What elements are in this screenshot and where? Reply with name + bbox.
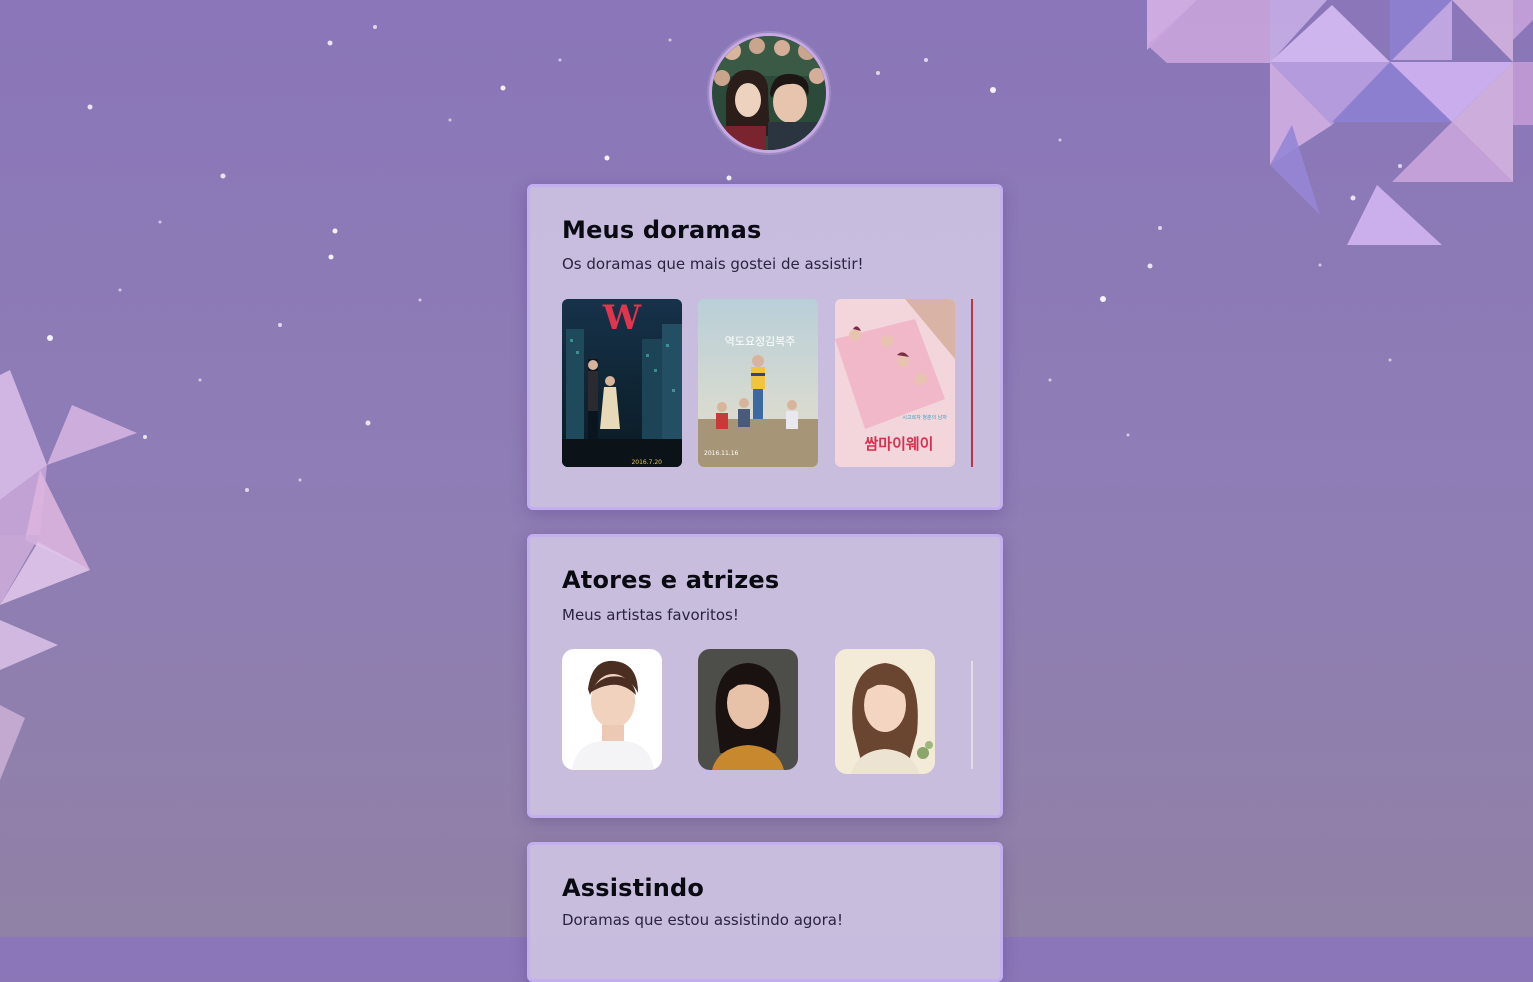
- portrait-image: [698, 649, 798, 770]
- actress-photo-kim-se-jeong[interactable]: [835, 649, 935, 774]
- portrait-image: [835, 649, 935, 774]
- actress-photo-han-hyo-joo[interactable]: [698, 649, 798, 770]
- section-card-assistindo: Assistindo Doramas que estou assistindo …: [527, 842, 1003, 982]
- profile-photo: [712, 36, 826, 150]
- drama-poster-w[interactable]: W 2016.7.20: [562, 299, 682, 467]
- poster-date: 2016.7.20: [631, 459, 662, 466]
- poster-image: 역도요정김복주 2016.11.16: [698, 299, 818, 467]
- section-title: Assistindo: [562, 874, 705, 902]
- section-title: Atores e atrizes: [562, 566, 780, 594]
- poster-image: 쌈마이웨이 시고르자 청춘의 남자: [835, 299, 955, 467]
- section-title: Meus doramas: [562, 216, 762, 244]
- poster-tagline: 시고르자 청춘의 남자: [902, 414, 947, 421]
- profile-avatar[interactable]: [709, 33, 829, 153]
- poster-title: 역도요정김복주: [725, 335, 796, 348]
- drama-poster-fight-for-my-way[interactable]: 쌈마이웨이 시고르자 청춘의 남자: [835, 299, 955, 467]
- section-subtitle: Os doramas que mais gostei de assistir!: [562, 255, 864, 273]
- geometric-decoration-top-right: [1147, 0, 1533, 245]
- poster-date: 2016.11.16: [704, 450, 739, 457]
- poster-title: 쌈마이웨이: [864, 435, 933, 453]
- drama-poster-kim-bok-joo[interactable]: 역도요정김복주 2016.11.16: [698, 299, 818, 467]
- portrait-image: [562, 649, 662, 770]
- section-card-atores-e-atrizes: Atores e atrizes Meus artistas favoritos…: [527, 534, 1003, 818]
- scroll-overflow-indicator: [971, 299, 973, 467]
- scroll-overflow-indicator: [971, 661, 973, 769]
- poster-image: W 2016.7.20: [562, 299, 682, 467]
- section-subtitle: Meus artistas favoritos!: [562, 606, 739, 624]
- section-subtitle: Doramas que estou assistindo agora!: [562, 911, 843, 929]
- poster-logo: W: [602, 299, 642, 338]
- section-card-meus-doramas: Meus doramas Os doramas que mais gostei …: [527, 184, 1003, 510]
- actor-photo-lee-jong-suk[interactable]: [562, 649, 662, 770]
- geometric-decoration-left: [0, 370, 137, 780]
